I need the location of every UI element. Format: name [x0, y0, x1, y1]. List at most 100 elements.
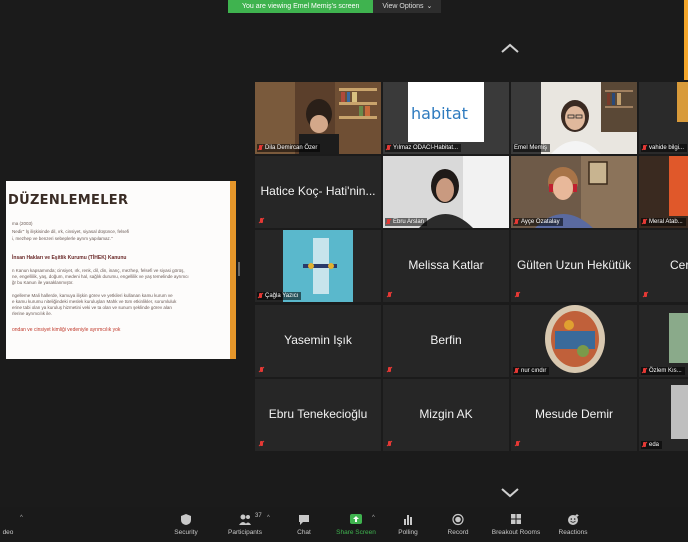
participant-name-tag: Meral Atab... — [641, 218, 686, 226]
muted-mic-icon — [387, 292, 392, 298]
participants-options-caret[interactable]: ^ — [267, 515, 270, 521]
slide-text-line: Nedir" İş ilişkisinde dil, ırk, cinsiyet… — [12, 229, 130, 234]
breakout-rooms-icon — [511, 514, 521, 524]
participant-tile-ozlem[interactable]: Özlem Kıs... — [639, 305, 688, 377]
polling-label: Polling — [398, 529, 418, 536]
share-screen-options-caret[interactable]: ^ — [372, 515, 375, 521]
participant-name-tag: Çağla Yazıcı — [257, 292, 302, 300]
slide-body-line: e kamu kurumu niteliğindeki meslek kurul… — [12, 299, 177, 304]
polling-icon — [404, 515, 412, 525]
muted-mic-icon — [642, 219, 647, 225]
slide-text-line: i, mezhep ve benzeri sebeplerle ayrım ya… — [12, 236, 113, 241]
participant-name-tag: eda — [641, 441, 663, 449]
video-button[interactable]: ^ deo — [0, 513, 38, 536]
participant-tile-cer[interactable]: Cer — [639, 230, 688, 302]
participant-tile-vahide[interactable]: vahide bilgi... — [639, 82, 688, 154]
participant-tile-dila[interactable]: Dila Demircan Özer — [255, 82, 381, 154]
chevron-down-icon: ⌄ — [426, 3, 433, 10]
participant-tile-hatice[interactable]: Hatice Koç- Hati'nin... — [255, 156, 381, 228]
participant-name: Çağla Yazıcı — [265, 293, 299, 299]
participant-tile-cagla[interactable]: Çağla Yazıcı — [255, 230, 381, 302]
reactions-label: Reactions — [558, 529, 588, 536]
slide-body-line: rlerine ayrımcılık ile. — [12, 311, 53, 316]
muted-mic-icon — [514, 368, 519, 374]
record-button[interactable]: Record — [428, 513, 488, 536]
participant-name: Ebru Arslan — [393, 219, 425, 225]
muted-mic-icon — [387, 367, 392, 373]
breakout-rooms-button[interactable]: Breakout Rooms — [486, 513, 546, 536]
view-options-button[interactable]: View Options ⌄ — [373, 0, 442, 13]
participant-name: Mizgin AK — [419, 407, 473, 421]
muted-mic-icon — [642, 368, 647, 374]
participant-tile-ebru-arslan[interactable]: Ebru Arslan — [383, 156, 509, 228]
participant-name: Mesude Demir — [534, 407, 614, 421]
participant-tile-berfin[interactable]: Berfin — [383, 305, 509, 377]
muted-mic-icon — [515, 292, 520, 298]
participant-name: Dila Demircan Özer — [265, 145, 318, 151]
slide-title: DÜZENLEMELER — [8, 193, 129, 208]
participant-name-tag: Özlem Kıs... — [641, 367, 685, 375]
participant-name-tag: Yılmaz ODACI-Habitat... — [385, 144, 462, 152]
participant-name: Yasemin Işık — [284, 333, 352, 347]
participant-name-tag: vahide bilgi... — [641, 144, 688, 152]
viewing-screen-label: You are viewing Emel Memiş's screen — [228, 0, 374, 13]
muted-mic-icon — [259, 367, 264, 373]
participant-tile-emel-active-speaker[interactable]: Emel Memiş — [511, 82, 637, 154]
reactions-button[interactable]: Reactions — [543, 513, 603, 536]
participant-tile-mesude[interactable]: Mesude Demir — [511, 379, 637, 451]
chat-label: Chat — [297, 529, 311, 536]
video-options-caret[interactable]: ^ — [20, 515, 23, 521]
slide-highlight-line: ondan ve cinsiyet kimliği vedeniyle ayrı… — [12, 327, 121, 333]
muted-mic-icon — [258, 293, 263, 299]
participant-tile-yasemin[interactable]: Yasemin Işık — [255, 305, 381, 377]
participant-tile-yilmaz[interactable]: habitat Yılmaz ODACI-Habitat... — [383, 82, 509, 154]
participant-tile-eda[interactable]: eda — [639, 379, 688, 451]
participant-tile-ayce[interactable]: Ayçe Ozatalay — [511, 156, 637, 228]
participant-tile-mizgin[interactable]: Mizgin AK — [383, 379, 509, 451]
reactions-smiley-icon — [568, 514, 579, 525]
participant-name: Ayçe Ozatalay — [521, 219, 560, 225]
record-label: Record — [447, 529, 469, 536]
scroll-up-chevron-icon[interactable] — [500, 42, 520, 54]
share-screen-button[interactable]: ^ Share Screen — [326, 513, 386, 536]
muted-mic-icon — [387, 441, 392, 447]
participant-tile-gulten[interactable]: Gülten Uzun Hekütük — [511, 230, 637, 302]
shield-icon — [181, 514, 191, 525]
participant-name-tag: Ebru Arslan — [385, 218, 428, 226]
video-label: deo — [2, 529, 14, 536]
participants-button[interactable]: 37 ^ Participants — [215, 513, 275, 536]
slide-accent-bar — [230, 181, 236, 359]
participant-name: Hatice Koç- Hati'nin... — [260, 184, 376, 198]
chat-button[interactable]: Chat — [274, 513, 334, 536]
participant-name-tag: Ayçe Ozatalay — [513, 218, 563, 226]
participant-name: nur cındır — [521, 368, 547, 374]
split-view-divider[interactable] — [238, 262, 240, 276]
slide-body-line: ne, engellilik, yaş, doğum, medeni hal, … — [12, 274, 189, 279]
security-button[interactable]: Security — [156, 513, 216, 536]
participant-name: Meral Atab... — [649, 219, 683, 225]
slide-body-line: ngelleme Mali hallerde, kamuya ilişkin g… — [12, 293, 173, 298]
muted-mic-icon — [386, 219, 391, 225]
participant-name-tag: Dila Demircan Özer — [257, 144, 321, 152]
participants-icon — [239, 514, 251, 525]
muted-mic-icon — [514, 219, 519, 225]
muted-mic-icon — [259, 441, 264, 447]
participant-name: Özlem Kıs... — [649, 368, 682, 374]
chat-icon — [299, 515, 309, 525]
participant-tile-meral[interactable]: Meral Atab... — [639, 156, 688, 228]
participant-name: Gülten Uzun Hekütük — [516, 258, 632, 272]
participant-tile-melissa[interactable]: Melissa Katlar — [383, 230, 509, 302]
scroll-down-chevron-icon[interactable] — [500, 486, 520, 498]
muted-mic-icon — [258, 145, 263, 151]
slide-body-line: erine tabi olan ya kuruluş hizmetini vek… — [12, 305, 172, 310]
breakout-rooms-label: Breakout Rooms — [491, 529, 541, 536]
slide-text-line: ma (2003) — [12, 221, 33, 226]
participant-tile-ebru-tenekecioglu[interactable]: Ebru Tenekecioğlu — [255, 379, 381, 451]
screen-share-banner: You are viewing Emel Memiş's screen View… — [228, 0, 442, 13]
slide-body-line: n Kanun kapsamında; cinsiyet, ırk, renk,… — [12, 268, 185, 273]
participants-label: Participants — [228, 529, 262, 536]
participants-count: 37 — [255, 513, 262, 519]
participant-name: Emel Memiş — [514, 145, 548, 151]
participant-tile-nur[interactable]: nur cındır — [511, 305, 637, 377]
participant-name: Berfin — [430, 333, 462, 347]
